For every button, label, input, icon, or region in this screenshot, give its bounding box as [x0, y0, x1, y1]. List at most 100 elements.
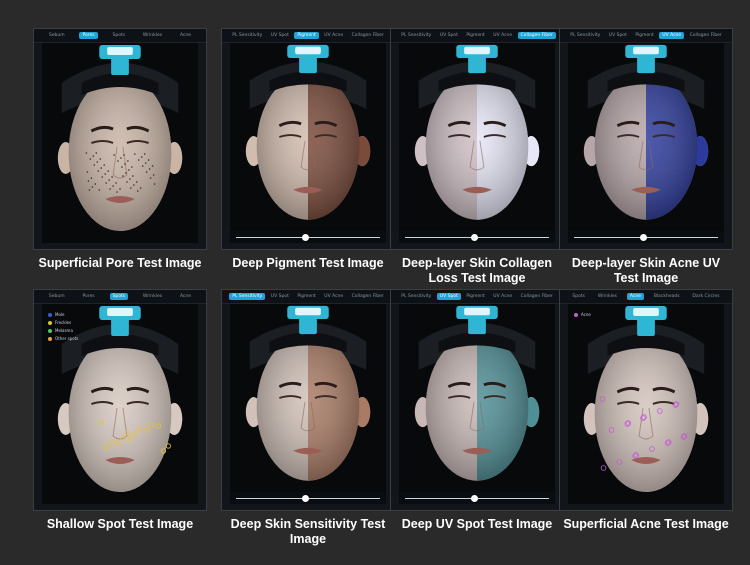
test-image-card: Sebum Pores Spots Wrinkles Acne Superfic…: [33, 28, 207, 271]
mode-tab[interactable]: Pigment: [463, 32, 488, 39]
slider-handle[interactable]: [640, 234, 647, 241]
legend-dot-icon: [48, 328, 52, 333]
legend-item: Acne: [574, 312, 591, 317]
mode-tab[interactable]: PL Sensitivity: [229, 32, 265, 39]
test-image-card: Spots Wrinkles Acne Blackheads Dark Circles: [559, 289, 733, 532]
mode-tab-bar: PL Sensitivity UV Spot Pigment UV Acne Colla…: [222, 290, 394, 304]
mode-tab-bar: PL Sensitivity UV Spot Pigment UV Acne Colla…: [560, 29, 732, 43]
mode-tab[interactable]: PL Sensitivity: [398, 32, 434, 39]
face-scan-area: [399, 43, 555, 231]
mode-tab[interactable]: Wrinkles: [140, 32, 165, 39]
mode-tab[interactable]: Spots: [110, 32, 129, 39]
image-caption: Superficial Acne Test Image: [563, 517, 729, 531]
slider-handle[interactable]: [471, 495, 478, 502]
mode-tab[interactable]: UV Spot: [268, 32, 292, 39]
mode-tab[interactable]: Wrinkles: [140, 293, 165, 300]
mode-tab[interactable]: Collagen Fiber: [687, 32, 725, 39]
image-caption: Superficial Pore Test Image: [38, 256, 202, 270]
test-image-card: PL Sensitivity UV Spot Pigment UV Acne Colla…: [390, 289, 564, 532]
mode-tab[interactable]: Pigment: [463, 293, 488, 300]
legend-label: Freckles: [55, 320, 72, 325]
image-caption: Deep-layer Skin Acne UV Test Image: [571, 256, 721, 285]
face-image: [399, 43, 555, 231]
compare-slider[interactable]: [230, 492, 386, 504]
legend-dot-icon: [48, 336, 52, 341]
mode-tab[interactable]: Pores: [79, 293, 97, 300]
image-caption: Deep Pigment Test Image: [232, 256, 384, 270]
legend-dot-icon: [48, 312, 52, 317]
image-caption: Deep-layer Skin Collagen Loss Test Image: [401, 256, 553, 285]
mode-tab[interactable]: PL Sensitivity: [229, 293, 266, 300]
device-screenshot: PL Sensitivity UV Spot Pigment UV Acne Colla…: [390, 289, 564, 511]
face-scan-area: [42, 43, 198, 243]
slider-handle[interactable]: [302, 234, 309, 241]
mode-tab[interactable]: Spots: [109, 293, 129, 300]
face-scan-area: [230, 43, 386, 231]
legend-item: Mole: [48, 312, 78, 317]
face-image: [230, 304, 386, 492]
face-image: [568, 43, 724, 231]
mode-tab[interactable]: UV Acne: [659, 32, 685, 39]
device-screenshot: PL Sensitivity UV Spot Pigment UV Acne Colla…: [559, 28, 733, 250]
mode-tab[interactable]: UV Acne: [321, 32, 346, 39]
mode-tab[interactable]: UV Acne: [490, 293, 515, 300]
mode-tab[interactable]: UV Spot: [606, 32, 630, 39]
mode-tab[interactable]: Pigment: [294, 293, 319, 300]
test-image-card: Sebum Pores Spots Wrinkles Acne Mole Fre…: [33, 289, 207, 532]
mode-tab[interactable]: Spots: [569, 293, 588, 300]
mode-tab-bar: PL Sensitivity UV Spot Pigment UV Acne Colla…: [391, 29, 563, 43]
mode-tab[interactable]: Wrinkles: [595, 293, 620, 300]
mode-tab[interactable]: PL Sensitivity: [567, 32, 603, 39]
test-image-card: PL Sensitivity UV Spot Pigment UV Acne Colla…: [221, 28, 395, 271]
face-image: [568, 304, 724, 504]
legend-item: Freckles: [48, 320, 78, 325]
face-scan-area: [230, 304, 386, 492]
face-image: [42, 43, 198, 243]
face-image: [230, 43, 386, 231]
mode-tab[interactable]: Sebum: [46, 32, 68, 39]
mode-tab[interactable]: Acne: [177, 293, 194, 300]
device-screenshot: PL Sensitivity UV Spot Pigment UV Acne Colla…: [221, 289, 395, 511]
legend-label: Melasma: [55, 328, 73, 333]
mode-tab[interactable]: Sebum: [46, 293, 68, 300]
legend-label: Other spots: [55, 336, 79, 341]
legend-item: Other spots: [48, 336, 78, 341]
compare-slider[interactable]: [399, 231, 555, 243]
mode-tab[interactable]: Collagen Fiber: [518, 293, 556, 300]
mode-tab-bar: PL Sensitivity UV Spot Pigment UV Acne Colla…: [391, 290, 563, 304]
mode-tab[interactable]: UV Acne: [490, 32, 515, 39]
slider-handle[interactable]: [471, 234, 478, 241]
mode-tab[interactable]: UV Acne: [321, 293, 346, 300]
mode-tab[interactable]: PL Sensitivity: [398, 293, 434, 300]
mode-tab[interactable]: Acne: [626, 293, 644, 300]
mode-tab[interactable]: Collagen Fiber: [349, 293, 387, 300]
mode-tab[interactable]: Dark Circles: [689, 293, 722, 300]
legend-dot-icon: [48, 320, 52, 325]
spot-legend: Mole Freckles Melasma Other spots: [48, 312, 78, 344]
legend-item: Melasma: [48, 328, 78, 333]
compare-slider[interactable]: [230, 231, 386, 243]
image-caption: Shallow Spot Test Image: [46, 517, 194, 531]
mode-tab[interactable]: Acne: [177, 32, 194, 39]
face-scan-area: [568, 43, 724, 231]
mode-tab[interactable]: UV Spot: [436, 293, 461, 300]
compare-slider[interactable]: [399, 492, 555, 504]
image-caption: Deep Skin Sensitivity Test Image: [230, 517, 386, 546]
mode-tab[interactable]: Pores: [79, 32, 98, 39]
mode-tab[interactable]: UV Spot: [268, 293, 292, 300]
compare-slider[interactable]: [568, 231, 724, 243]
mode-tab[interactable]: UV Spot: [437, 32, 461, 39]
mode-tab[interactable]: Pigment: [632, 32, 657, 39]
device-screenshot: Sebum Pores Spots Wrinkles Acne: [33, 28, 207, 250]
mode-tab-bar: Sebum Pores Spots Wrinkles Acne: [34, 29, 206, 43]
test-image-card: PL Sensitivity UV Spot Pigment UV Acne Colla…: [221, 289, 395, 547]
mode-tab[interactable]: Blackheads: [651, 293, 683, 300]
mode-tab[interactable]: Collagen Fiber: [349, 32, 387, 39]
image-caption: Deep UV Spot Test Image: [401, 517, 553, 531]
slider-handle[interactable]: [302, 495, 309, 502]
mode-tab[interactable]: Pigment: [294, 32, 319, 39]
legend-dot-icon: [574, 312, 578, 317]
mode-tab[interactable]: Collagen Fiber: [517, 32, 556, 39]
mode-tab-bar: PL Sensitivity UV Spot Pigment UV Acne Colla…: [222, 29, 394, 43]
test-image-card: PL Sensitivity UV Spot Pigment UV Acne Colla…: [390, 28, 564, 286]
